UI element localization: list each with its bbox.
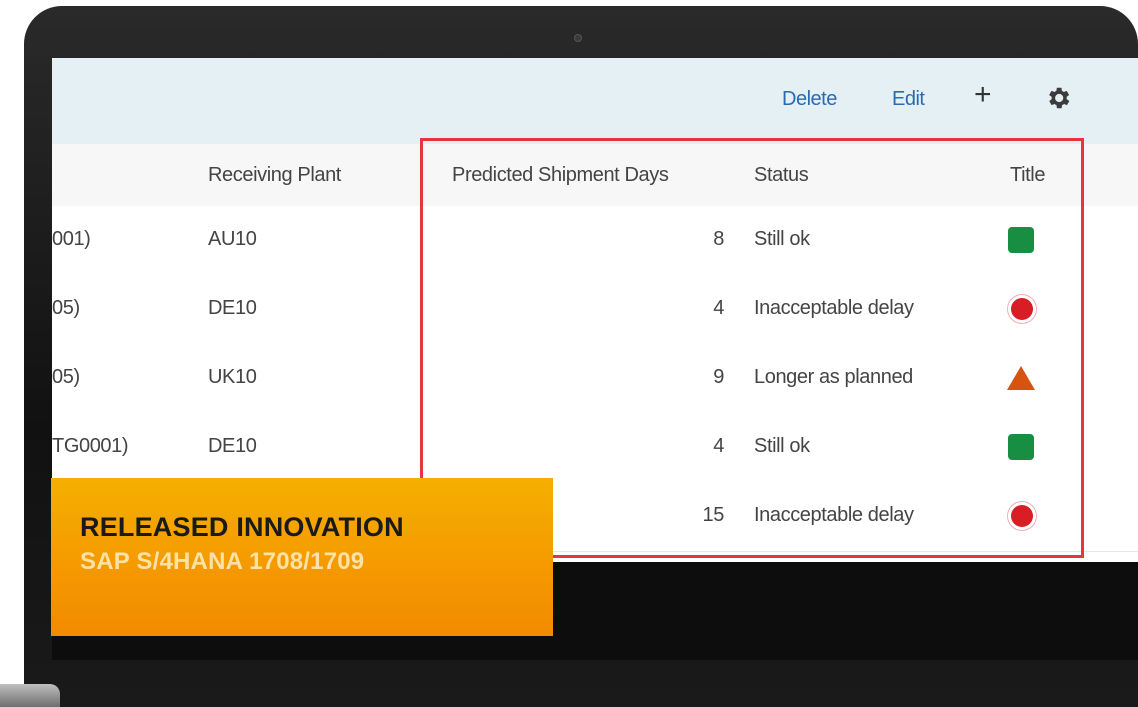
table-toolbar: Delete Edit + xyxy=(52,58,1138,144)
cell-predicted-days: 4 xyxy=(713,297,724,319)
banner-subtitle: SAP S/4HANA 1708/1709 xyxy=(80,548,365,575)
table-row[interactable]: 05) UK10 9 Longer as planned xyxy=(52,344,1138,414)
cell-status: Inacceptable delay xyxy=(754,504,914,526)
column-header-status[interactable]: Status xyxy=(754,164,809,187)
column-header-predicted-shipment-days[interactable]: Predicted Shipment Days xyxy=(452,164,669,187)
status-red-circle-icon xyxy=(1011,298,1033,320)
cell-partial-id: TG0001) xyxy=(52,435,129,457)
camera-icon xyxy=(574,34,582,42)
cell-status: Inacceptable delay xyxy=(754,297,914,319)
table-row[interactable]: 001) AU10 8 Still ok xyxy=(52,206,1138,276)
edit-button[interactable]: Edit xyxy=(892,88,925,111)
gear-icon[interactable] xyxy=(1044,84,1072,112)
column-header-receiving-plant[interactable]: Receiving Plant xyxy=(208,164,341,187)
cell-receiving-plant: UK10 xyxy=(208,366,257,388)
release-banner: RELEASED INNOVATION SAP S/4HANA 1708/170… xyxy=(51,478,553,636)
cell-partial-id: 05) xyxy=(52,366,80,388)
cell-predicted-days: 8 xyxy=(713,228,724,250)
cell-status: Still ok xyxy=(754,435,810,457)
status-orange-triangle-icon xyxy=(1007,366,1035,390)
cell-partial-id: 05) xyxy=(52,297,80,319)
cell-receiving-plant: DE10 xyxy=(208,435,257,457)
plus-icon[interactable]: + xyxy=(974,80,992,110)
cell-receiving-plant: DE10 xyxy=(208,297,257,319)
delete-button[interactable]: Delete xyxy=(782,88,837,111)
table-row[interactable]: TG0001) DE10 4 Still ok xyxy=(52,413,1138,483)
table-row[interactable]: 05) DE10 4 Inacceptable delay xyxy=(52,275,1138,345)
cell-predicted-days: 9 xyxy=(713,366,724,388)
column-header-title[interactable]: Title xyxy=(1010,164,1045,187)
cell-predicted-days: 4 xyxy=(713,435,724,457)
cell-partial-id: 001) xyxy=(52,228,91,250)
cell-status: Still ok xyxy=(754,228,810,250)
status-green-square-icon xyxy=(1008,227,1034,253)
table-header-row: Receiving Plant Predicted Shipment Days … xyxy=(52,144,1138,207)
cell-status: Longer as planned xyxy=(754,366,913,388)
status-red-circle-icon xyxy=(1011,505,1033,527)
cell-receiving-plant: AU10 xyxy=(208,228,257,250)
banner-title: RELEASED INNOVATION xyxy=(80,512,404,542)
status-green-square-icon xyxy=(1008,434,1034,460)
laptop-base-edge xyxy=(0,684,60,707)
cell-predicted-days: 15 xyxy=(702,504,725,526)
